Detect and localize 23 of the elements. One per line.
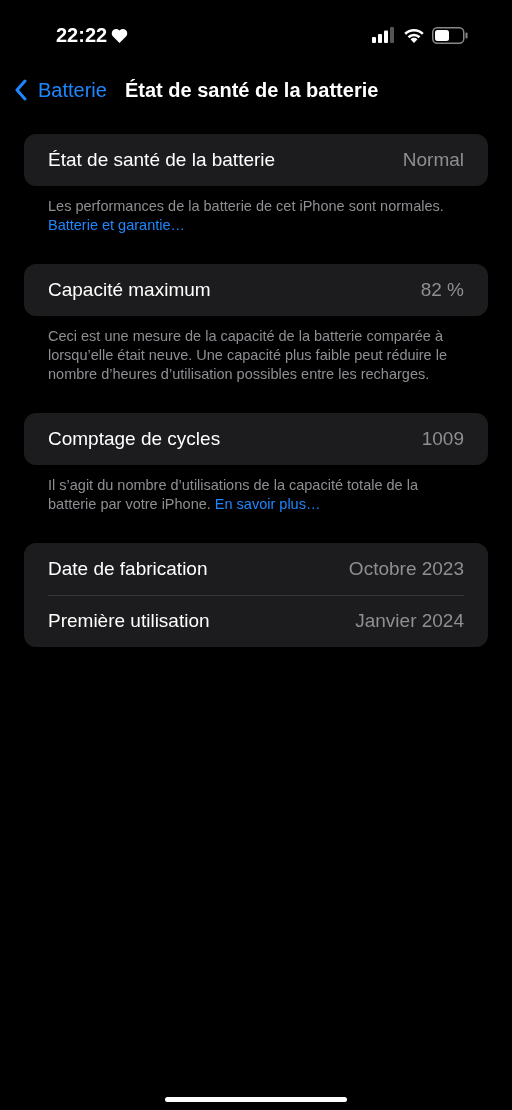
footer-text: Les performances de la batterie de cet iPhone sont normales. Batterie et garantie… <box>47 197 445 235</box>
row-value: Janvier 2024 <box>355 609 464 634</box>
row-label: Première utilisation <box>48 609 210 634</box>
signal-icon <box>372 27 396 43</box>
back-button[interactable]: Batterie <box>14 75 107 105</box>
footer-link[interactable]: En savoir plus… <box>214 496 321 512</box>
row-value: 1009 <box>421 426 464 451</box>
row-value: Octobre 2023 <box>348 556 464 581</box>
page-title: État de santé de la batterie <box>124 78 379 103</box>
footer-text: Ceci est une mesure de la capacité de la batterie comparée à lorsqu’elle était neuve. Une capacité plus faible peut réduire le nombre d’heures d’utilisation possibles entre les recharges. <box>47 327 448 384</box>
heart-icon <box>111 27 129 43</box>
status-time: 22:22 <box>56 23 108 48</box>
row-label: Date de fabrication <box>48 556 208 581</box>
footer-link[interactable]: Batterie et garantie… <box>48 217 186 233</box>
row-label: Capacité maximum <box>48 277 211 302</box>
battery-icon <box>432 26 468 44</box>
row-label: Comptage de cycles <box>48 426 221 451</box>
footer-text: Il s’agit du nombre d’utilisations de la capacité totale de la batterie par votre iPhone. En savoir plus… <box>47 476 419 514</box>
row-label: État de santé de la batterie <box>48 147 276 172</box>
wifi-icon <box>403 27 425 43</box>
row-value: Normal <box>402 147 464 172</box>
chevron-left-icon <box>14 79 28 101</box>
row-value: 82 % <box>420 277 464 302</box>
